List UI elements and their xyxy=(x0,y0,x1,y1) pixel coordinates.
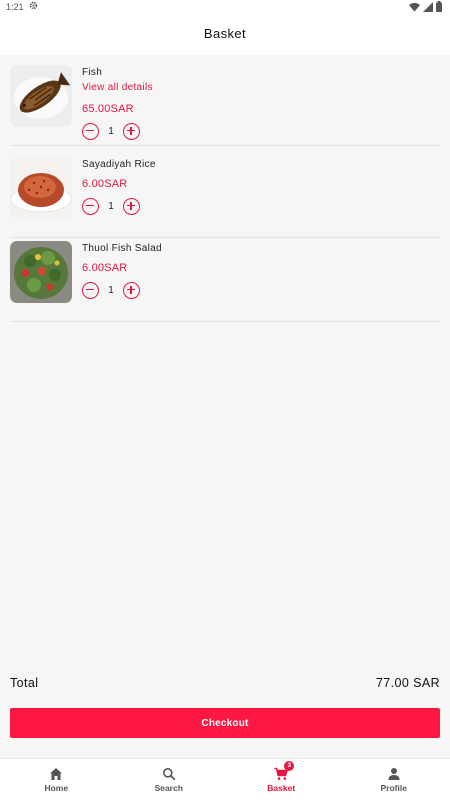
nav-item-profile[interactable]: Profile xyxy=(338,759,450,800)
minus-icon xyxy=(86,288,94,291)
item-price: 65.00SAR xyxy=(82,103,134,115)
decrease-quantity-button[interactable] xyxy=(82,122,99,140)
status-bar: 1:21 xyxy=(0,0,450,14)
bottom-navigation: Home Search 3 Basket Profile xyxy=(0,758,450,800)
wifi-icon xyxy=(409,2,420,12)
item-name: Fish xyxy=(82,67,103,78)
increase-quantity-button[interactable] xyxy=(123,281,140,299)
decrease-quantity-button[interactable] xyxy=(82,281,99,299)
quantity-value: 1 xyxy=(108,284,114,296)
nav-item-basket[interactable]: 3 Basket xyxy=(225,759,338,800)
item-price: 6.00SAR xyxy=(82,178,128,190)
search-icon xyxy=(162,768,176,781)
signal-icon xyxy=(423,1,433,12)
quantity-stepper: 1 xyxy=(82,197,140,215)
nav-label: Basket xyxy=(267,783,296,793)
total-label: Total xyxy=(10,676,39,690)
nav-label: Search xyxy=(154,783,183,793)
battery-icon xyxy=(436,1,442,12)
quantity-stepper: 1 xyxy=(82,122,140,140)
item-image-salad xyxy=(10,241,72,303)
home-icon xyxy=(50,768,63,780)
nav-item-search[interactable]: Search xyxy=(113,759,226,800)
basket-count-badge: 3 xyxy=(284,761,295,771)
item-price: 6.00SAR xyxy=(82,262,128,274)
total-amount: 77.00 SAR xyxy=(375,676,440,690)
item-name: Sayadiyah Rice xyxy=(82,159,156,170)
item-image-fish xyxy=(10,65,72,127)
app-header: Basket xyxy=(0,14,450,55)
page-title: Basket xyxy=(203,26,247,41)
basket-item: Fish View all details 65.00SAR 1 xyxy=(10,62,440,146)
quantity-value: 1 xyxy=(108,125,114,137)
total-row: Total 77.00 SAR xyxy=(10,672,440,692)
item-name: Thuol Fish Salad xyxy=(82,243,162,254)
increase-quantity-button[interactable] xyxy=(123,197,140,215)
person-icon xyxy=(388,768,400,780)
settings-gear-icon xyxy=(29,1,38,12)
decrease-quantity-button[interactable] xyxy=(82,197,99,215)
basket-item: Thuol Fish Salad 6.00SAR 1 xyxy=(10,238,440,322)
nav-label: Profile xyxy=(380,783,407,793)
view-details-link[interactable]: View all details xyxy=(82,82,153,93)
item-image-rice xyxy=(10,157,72,219)
nav-item-home[interactable]: Home xyxy=(0,759,113,800)
status-icons xyxy=(409,1,442,12)
nav-label: Home xyxy=(44,783,69,793)
minus-icon xyxy=(86,129,94,132)
quantity-stepper: 1 xyxy=(82,281,140,299)
checkout-label: Checkout xyxy=(201,717,249,729)
quantity-value: 1 xyxy=(108,200,114,212)
minus-icon xyxy=(86,204,94,207)
increase-quantity-button[interactable] xyxy=(123,122,140,140)
status-time: 1:21 xyxy=(6,2,24,12)
basket-item: Sayadiyah Rice 6.00SAR 1 xyxy=(10,154,440,238)
checkout-button[interactable]: Checkout xyxy=(10,708,440,738)
